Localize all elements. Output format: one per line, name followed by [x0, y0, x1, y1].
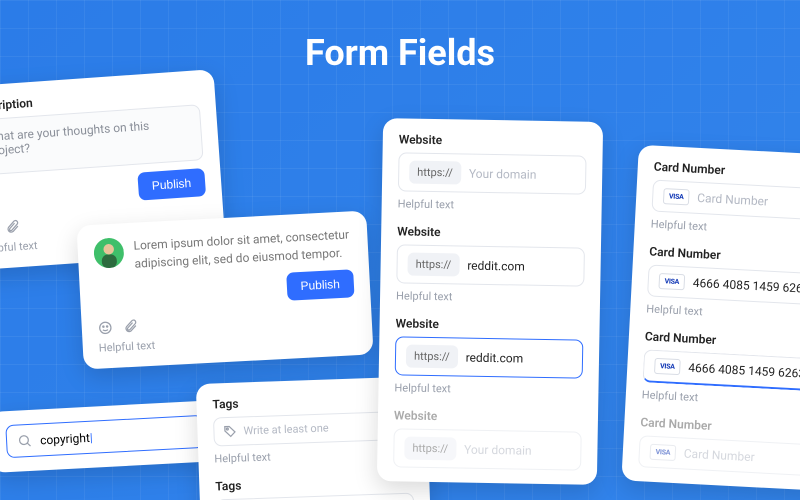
- comment-text: Lorem ipsum dolor sit amet, consectetur …: [133, 225, 353, 272]
- cardnumber-label: Card Number: [645, 329, 800, 352]
- helper-text: Helpful text: [642, 388, 800, 410]
- website-card: Website https:// Your domain Helpful tex…: [377, 118, 603, 485]
- search-card: copyright: [0, 400, 221, 473]
- visa-icon: VISA: [663, 188, 690, 205]
- url-prefix: https://: [406, 345, 458, 369]
- helper-text: Helpful text: [396, 289, 584, 305]
- website-label: Website: [399, 132, 587, 149]
- cardnumber-label-disabled: Card Number: [640, 415, 800, 438]
- cardnumber-input[interactable]: VISA 4666 4085 1459 6263: [647, 264, 800, 305]
- visa-icon: VISA: [658, 273, 685, 290]
- helper-text: Helpful text: [650, 217, 800, 239]
- url-prefix: https://: [409, 161, 461, 185]
- website-input[interactable]: https:// Your domain: [398, 152, 587, 194]
- website-value: reddit.com: [466, 350, 524, 365]
- cardnumber-card: Card Number VISA Card Number Helpful tex…: [621, 145, 800, 492]
- publish-button[interactable]: Publish: [286, 269, 355, 300]
- tag-icon: [222, 424, 238, 440]
- page-title: Form Fields: [0, 32, 800, 74]
- visa-icon: VISA: [649, 444, 676, 461]
- avatar: [93, 237, 125, 269]
- search-icon: [17, 433, 33, 449]
- helper-text: Helpful text: [646, 302, 800, 324]
- visa-icon: VISA: [654, 358, 681, 375]
- url-prefix: https://: [407, 253, 459, 277]
- description-textarea[interactable]: What are your thoughts on this project?: [0, 104, 204, 176]
- website-input[interactable]: https:// reddit.com: [396, 244, 585, 286]
- website-label: Website: [395, 316, 583, 333]
- cardnumber-input[interactable]: VISA Card Number: [651, 180, 800, 221]
- website-placeholder: Your domain: [469, 166, 537, 181]
- url-prefix: https://: [404, 437, 456, 461]
- publish-button[interactable]: Publish: [137, 168, 206, 201]
- tags-placeholder: Write at least one: [243, 421, 329, 437]
- search-value: copyright: [40, 430, 93, 447]
- website-input-disabled: https:// Your domain: [393, 428, 582, 470]
- comment-card: Lorem ipsum dolor sit amet, consectetur …: [76, 211, 373, 370]
- website-placeholder: Your domain: [464, 442, 532, 457]
- cardnumber-input-disabled: VISA Card Number: [638, 435, 800, 476]
- search-input[interactable]: copyright: [5, 415, 204, 458]
- attachment-icon[interactable]: [122, 319, 138, 335]
- tags-input-filled[interactable]: UI Design Design System: [216, 493, 415, 500]
- cardnumber-label: Card Number: [649, 244, 800, 267]
- helper-text: Helpful text: [398, 197, 586, 213]
- helper-text: Helpful text: [394, 381, 582, 397]
- attachment-icon[interactable]: [4, 219, 20, 235]
- emoji-icon[interactable]: [97, 320, 113, 336]
- cardnumber-placeholder: Card Number: [697, 191, 769, 209]
- website-label: Website: [397, 224, 585, 241]
- cardnumber-value: 4666 4085 1459 6263: [692, 276, 800, 296]
- website-label-disabled: Website: [394, 408, 582, 425]
- cardnumber-label: Card Number: [653, 160, 800, 183]
- cardnumber-placeholder: Card Number: [683, 447, 755, 465]
- cardnumber-input-active[interactable]: VISA 4666 4085 1459 6263: [643, 349, 800, 391]
- website-value: reddit.com: [467, 258, 525, 273]
- cardnumber-value: 4666 4085 1459 6263: [688, 361, 800, 381]
- website-input-focused[interactable]: https:// reddit.com: [395, 336, 584, 378]
